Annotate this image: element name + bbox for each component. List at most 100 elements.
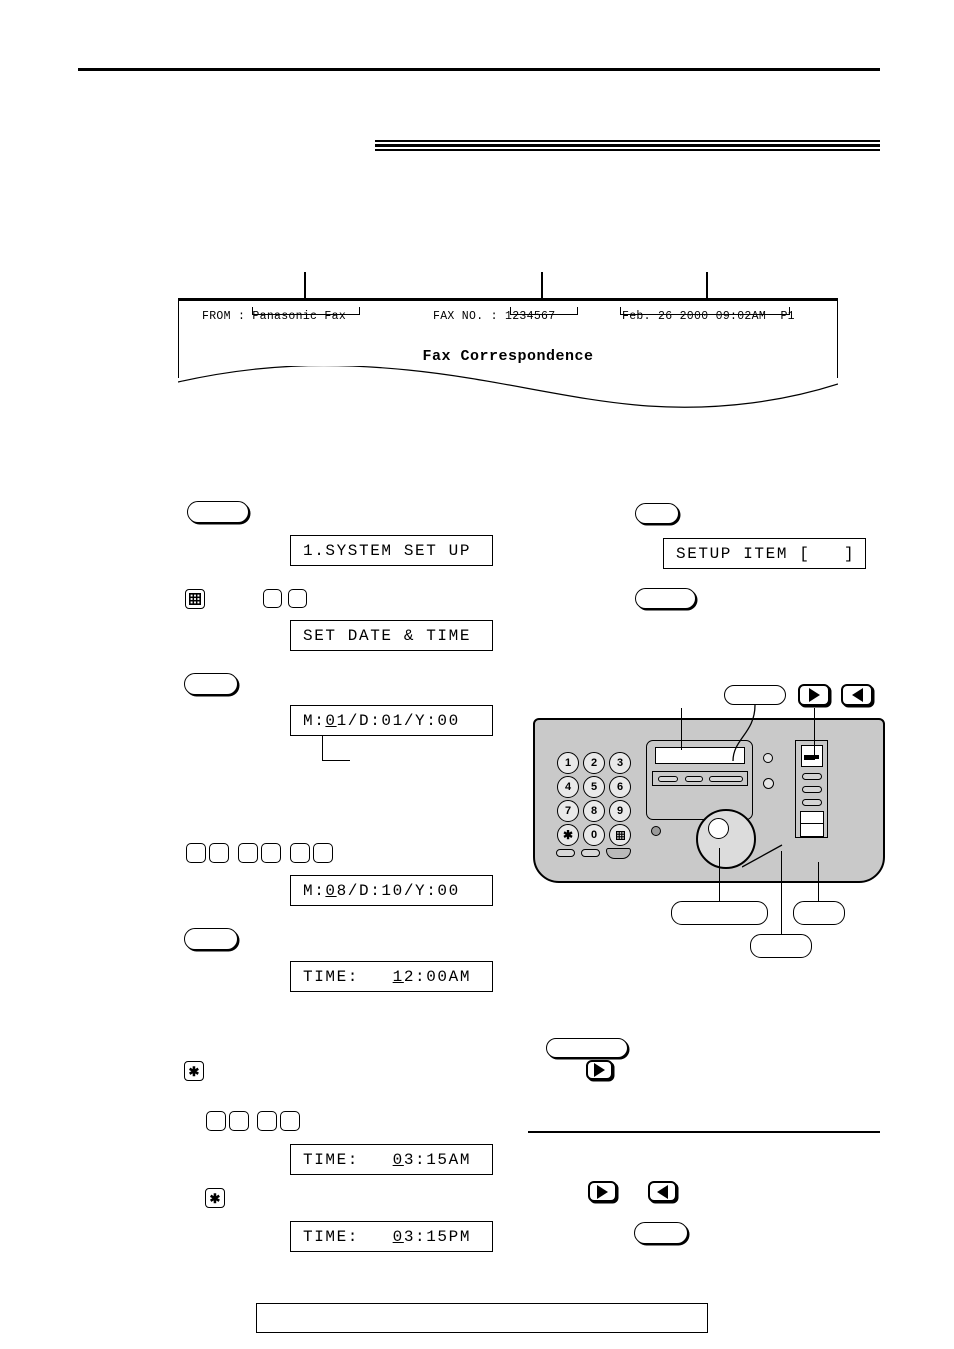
bracket-marker-faxno xyxy=(510,307,578,315)
date-entered-cursor-digit: 0 xyxy=(325,881,337,900)
callout-leader-mode-horiz xyxy=(804,759,815,761)
callout-box-display xyxy=(724,685,786,705)
arrow-right-icon xyxy=(594,1063,605,1077)
time-am-suffix: 3:15AM xyxy=(403,1150,472,1169)
callout-leader-lcd xyxy=(681,708,683,750)
callout-leader-stop-diagonal xyxy=(742,844,783,868)
menu-button-step1[interactable] xyxy=(187,501,249,523)
navigator-dial-center[interactable] xyxy=(708,818,729,839)
callout-leader-mode-button xyxy=(814,708,816,760)
callout-box-stop xyxy=(750,934,812,958)
arrow-left-button-bottom[interactable] xyxy=(648,1181,677,1202)
arrow-left-icon xyxy=(851,688,863,702)
display-set-date-time: SET DATE & TIME xyxy=(290,620,493,651)
keypad-key-0[interactable]: 0 xyxy=(583,824,605,846)
machine-start-button[interactable] xyxy=(800,823,824,837)
fax-from-label: FROM : xyxy=(202,310,246,323)
keypad-key-5[interactable]: 5 xyxy=(583,776,605,798)
machine-mode-button[interactable] xyxy=(801,745,823,767)
time-am-prefix: TIME: xyxy=(303,1150,393,1169)
date-entered-suffix: 8/D:10/Y:00 xyxy=(336,881,460,900)
arrow-right-button-top[interactable] xyxy=(798,684,830,706)
time-default-prefix: TIME: xyxy=(303,967,393,986)
numeric-key-blank-b6[interactable] xyxy=(313,843,333,863)
set-button-bottom[interactable] xyxy=(634,1222,688,1244)
sheet-torn-wave-edge xyxy=(178,366,838,408)
page-top-rule xyxy=(78,68,880,71)
numeric-key-blank-b5[interactable] xyxy=(290,843,310,863)
bracket-marker-datetime xyxy=(620,307,790,315)
arrow-left-button-top[interactable] xyxy=(841,684,873,706)
callout-leader-start xyxy=(818,862,820,902)
bracket-marker-from xyxy=(252,307,360,315)
numeric-key-blank-c1[interactable] xyxy=(206,1111,226,1131)
star-key-button-pm[interactable]: ✱ xyxy=(205,1188,225,1208)
hash-icon xyxy=(189,593,201,605)
arrow-right-icon xyxy=(808,688,820,702)
set-button-step3[interactable] xyxy=(184,928,238,950)
menu-button-right-1[interactable] xyxy=(635,503,679,524)
machine-indicator-led-left xyxy=(651,826,661,836)
display-date-default: M: 0 1/D:01/Y:00 xyxy=(290,705,493,736)
cursor-leader-vertical xyxy=(322,735,324,761)
date-default-prefix: M: xyxy=(303,711,326,730)
arrow-left-icon xyxy=(657,1184,668,1199)
numeric-key-blank-c3[interactable] xyxy=(257,1111,277,1131)
keypad-key-3[interactable]: 3 xyxy=(609,752,631,774)
machine-function-key-2[interactable] xyxy=(581,849,600,857)
callout-box-start xyxy=(793,901,845,925)
numeric-key-blank-b3[interactable] xyxy=(238,843,258,863)
arrow-right-button-bottom[interactable] xyxy=(588,1181,617,1202)
bottom-note-box xyxy=(256,1303,708,1333)
star-key-button-am[interactable]: ✱ xyxy=(184,1061,204,1081)
numeric-key-blank-a2[interactable] xyxy=(288,589,307,608)
numeric-key-blank-c4[interactable] xyxy=(280,1111,300,1131)
keypad-key-star[interactable]: ✱ xyxy=(557,824,579,846)
callout-leader-display xyxy=(732,705,756,762)
machine-hook-key[interactable] xyxy=(606,848,631,859)
numeric-key-blank-a1[interactable] xyxy=(263,589,282,608)
callout-line-faxno xyxy=(541,272,543,301)
keypad-key-2[interactable]: 2 xyxy=(583,752,605,774)
display-time-pm: TIME: 0 3:15PM xyxy=(290,1221,493,1252)
menu-button-right-2[interactable] xyxy=(635,588,696,609)
set-button-step2[interactable] xyxy=(184,673,238,695)
keypad-key-1[interactable]: 1 xyxy=(557,752,579,774)
callout-line-from xyxy=(304,272,306,301)
fax-sheet-illustration: FROM : Panasonic Fax FAX NO. : 1234567 F… xyxy=(178,272,838,410)
machine-function-key-1[interactable] xyxy=(556,849,575,857)
keypad-key-6[interactable]: 6 xyxy=(609,776,631,798)
numeric-key-blank-c2[interactable] xyxy=(229,1111,249,1131)
numeric-key-blank-b4[interactable] xyxy=(261,843,281,863)
keypad-key-8[interactable]: 8 xyxy=(583,800,605,822)
machine-softkey-1[interactable] xyxy=(658,776,678,782)
machine-strip-key-2[interactable] xyxy=(802,786,822,793)
set-button-right-lower[interactable] xyxy=(546,1038,628,1058)
fax-number-label: FAX NO. : xyxy=(433,310,498,323)
machine-strip-key-1[interactable] xyxy=(802,773,822,780)
display-date-entered: M: 0 8/D:10/Y:00 xyxy=(290,875,493,906)
display-time-default: TIME: 1 2:00AM xyxy=(290,961,493,992)
callout-line-datetime xyxy=(706,272,708,301)
arrow-right-button-mid[interactable] xyxy=(586,1060,613,1080)
machine-strip-key-3[interactable] xyxy=(802,799,822,806)
date-default-cursor-digit: 0 xyxy=(325,711,337,730)
time-pm-cursor-digit: 0 xyxy=(392,1227,404,1246)
time-pm-prefix: TIME: xyxy=(303,1227,393,1246)
time-default-cursor-digit: 1 xyxy=(392,967,404,986)
display-setup-item: SETUP ITEM [ ] xyxy=(663,538,866,569)
keypad-key-9[interactable]: 9 xyxy=(609,800,631,822)
numeric-key-blank-b1[interactable] xyxy=(186,843,206,863)
keypad-key-4[interactable]: 4 xyxy=(557,776,579,798)
hash-key-button[interactable] xyxy=(185,589,205,609)
keypad-key-7[interactable]: 7 xyxy=(557,800,579,822)
time-default-suffix: 2:00AM xyxy=(403,967,472,986)
date-default-suffix: 1/D:01/Y:00 xyxy=(336,711,460,730)
cursor-leader-horizontal xyxy=(322,760,350,762)
date-entered-prefix: M: xyxy=(303,881,326,900)
arrow-right-icon xyxy=(597,1184,608,1199)
numeric-key-blank-b2[interactable] xyxy=(209,843,229,863)
callout-box-navigator xyxy=(671,901,768,925)
keypad-key-hash[interactable] xyxy=(609,824,631,846)
display-time-am: TIME: 0 3:15AM xyxy=(290,1144,493,1175)
